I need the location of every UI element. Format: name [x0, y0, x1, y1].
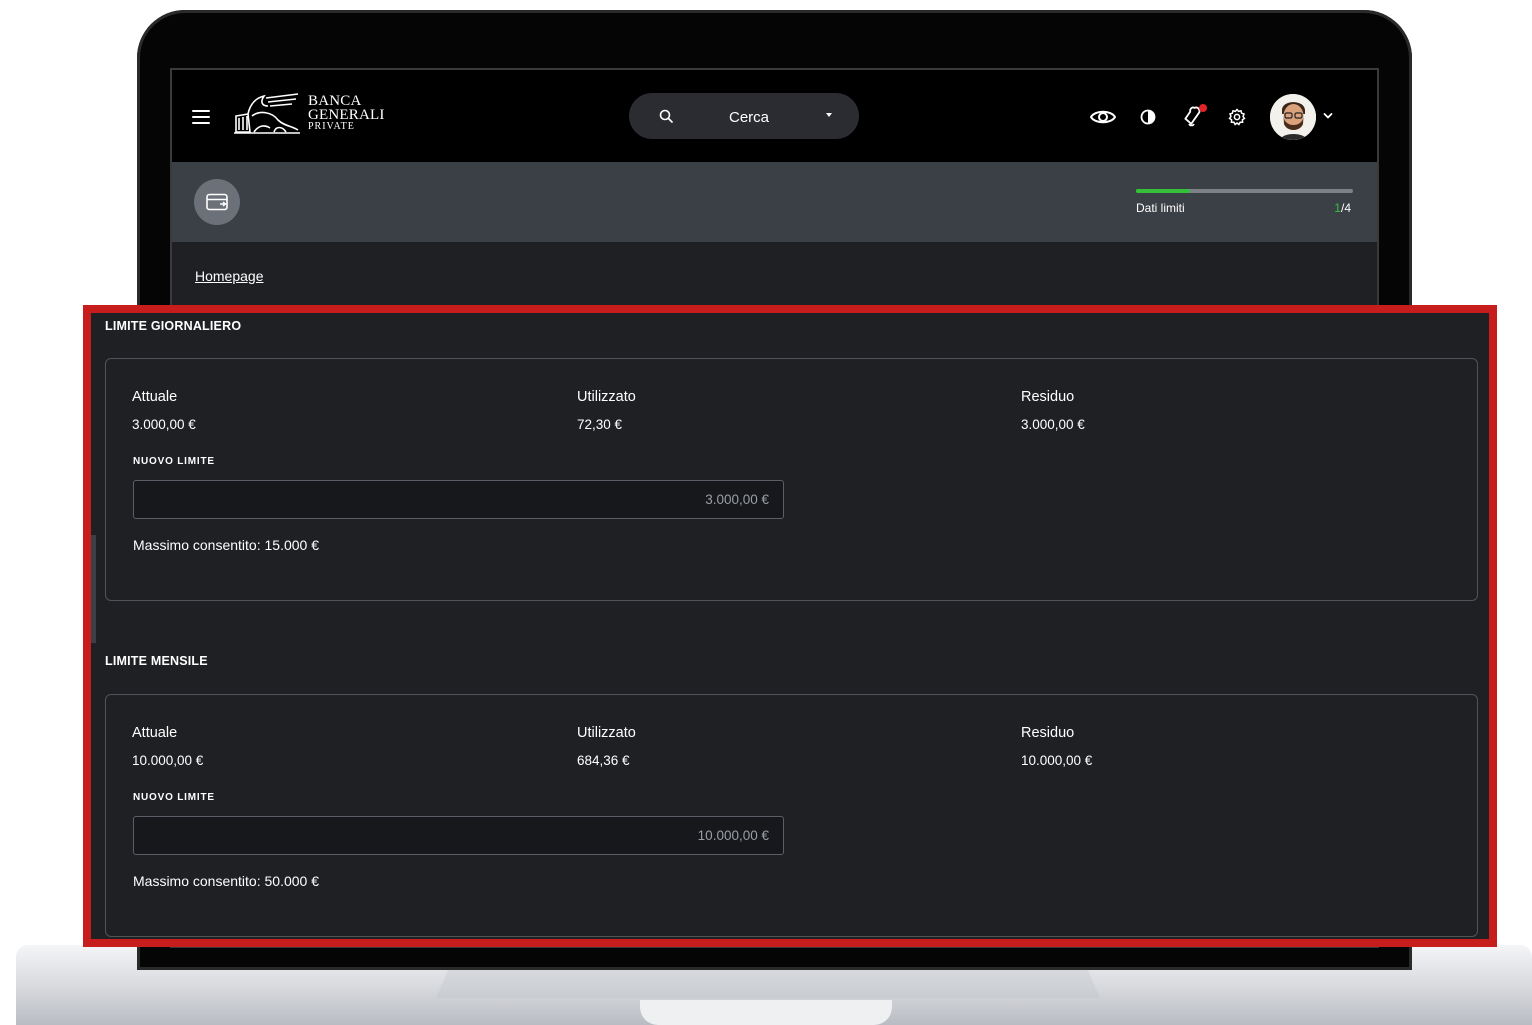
monthly-limit-title: LIMITE MENSILE	[105, 654, 208, 668]
chevron-down-icon[interactable]	[1323, 112, 1333, 120]
monthly-remaining-label: Residuo	[1021, 725, 1075, 741]
scroll-handle	[91, 535, 96, 643]
lion-logo-icon	[234, 93, 300, 134]
monthly-current: Attuale 10.000,00 €	[132, 725, 203, 768]
monthly-used-label: Utilizzato	[577, 725, 636, 741]
caret-down-icon	[826, 113, 832, 117]
monthly-remaining: Residuo 10.000,00 €	[1021, 725, 1092, 768]
laptop-notch	[640, 1000, 892, 1025]
monthly-used-value: 684,36 €	[577, 753, 630, 768]
monthly-max-allowed: Massimo consentito: 50.000 €	[133, 873, 319, 889]
search-button[interactable]: Cerca	[629, 93, 859, 139]
monthly-current-value: 10.000,00 €	[132, 753, 204, 768]
progress-step-count: 1/4	[1334, 201, 1351, 215]
hamburger-icon[interactable]	[192, 110, 210, 124]
daily-current-value: 3.000,00 €	[132, 417, 196, 432]
progress-current-step: 1	[1334, 201, 1341, 215]
card-step-badge	[194, 179, 240, 225]
monthly-remaining-value: 10.000,00 €	[1021, 753, 1093, 768]
daily-limit-card: Attuale 3.000,00 € Utilizzato 72,30 € Re…	[105, 358, 1478, 601]
daily-remaining-label: Residuo	[1021, 389, 1075, 405]
search-icon	[659, 109, 673, 123]
daily-used-value: 72,30 €	[577, 417, 623, 432]
user-avatar[interactable]	[1270, 94, 1316, 140]
monthly-current-label: Attuale	[132, 725, 178, 741]
brand-name: BANCA GENERALI PRIVATE	[308, 94, 385, 132]
daily-max-allowed: Massimo consentito: 15.000 €	[133, 537, 319, 553]
monthly-used: Utilizzato 684,36 €	[577, 725, 636, 768]
contrast-icon[interactable]	[1140, 109, 1156, 125]
monthly-new-limit-label: NUOVO LIMITE	[133, 792, 215, 803]
gear-icon[interactable]	[1228, 108, 1246, 126]
daily-current: Attuale 3.000,00 €	[132, 389, 196, 432]
eye-icon[interactable]	[1089, 107, 1117, 127]
daily-used: Utilizzato 72,30 €	[577, 389, 636, 432]
daily-new-limit-label: NUOVO LIMITE	[133, 456, 215, 467]
daily-used-label: Utilizzato	[577, 389, 636, 405]
limits-panel-highlight: LIMITE GIORNALIERO Attuale 3.000,00 € Ut…	[83, 305, 1497, 947]
brand-line-2: GENERALI	[308, 107, 385, 123]
progress-bar	[1136, 189, 1353, 193]
daily-current-label: Attuale	[132, 389, 178, 405]
wizard-header: Dati limiti 1/4	[172, 162, 1377, 242]
daily-remaining: Residuo 3.000,00 €	[1021, 389, 1085, 432]
top-bar: BANCA GENERALI PRIVATE Cerca	[172, 70, 1377, 162]
user-avatar-image	[1270, 94, 1316, 140]
brand-line-1: BANCA	[308, 93, 362, 109]
daily-remaining-value: 3.000,00 €	[1021, 417, 1085, 432]
daily-limit-title: LIMITE GIORNALIERO	[105, 319, 242, 333]
daily-new-limit-input[interactable]	[133, 480, 784, 519]
brand-line-3: PRIVATE	[308, 121, 355, 132]
search-label: Cerca	[729, 109, 770, 126]
progress-label: Dati limiti	[1136, 201, 1185, 215]
progress-bar-fill	[1136, 189, 1191, 193]
monthly-new-limit-input[interactable]	[133, 816, 784, 855]
breadcrumb-homepage[interactable]: Homepage	[195, 268, 264, 284]
monthly-limit-card: Attuale 10.000,00 € Utilizzato 684,36 € …	[105, 694, 1478, 937]
credit-card-icon	[206, 193, 228, 211]
bell-icon[interactable]	[1182, 103, 1208, 129]
progress-total-steps: /4	[1340, 201, 1351, 215]
